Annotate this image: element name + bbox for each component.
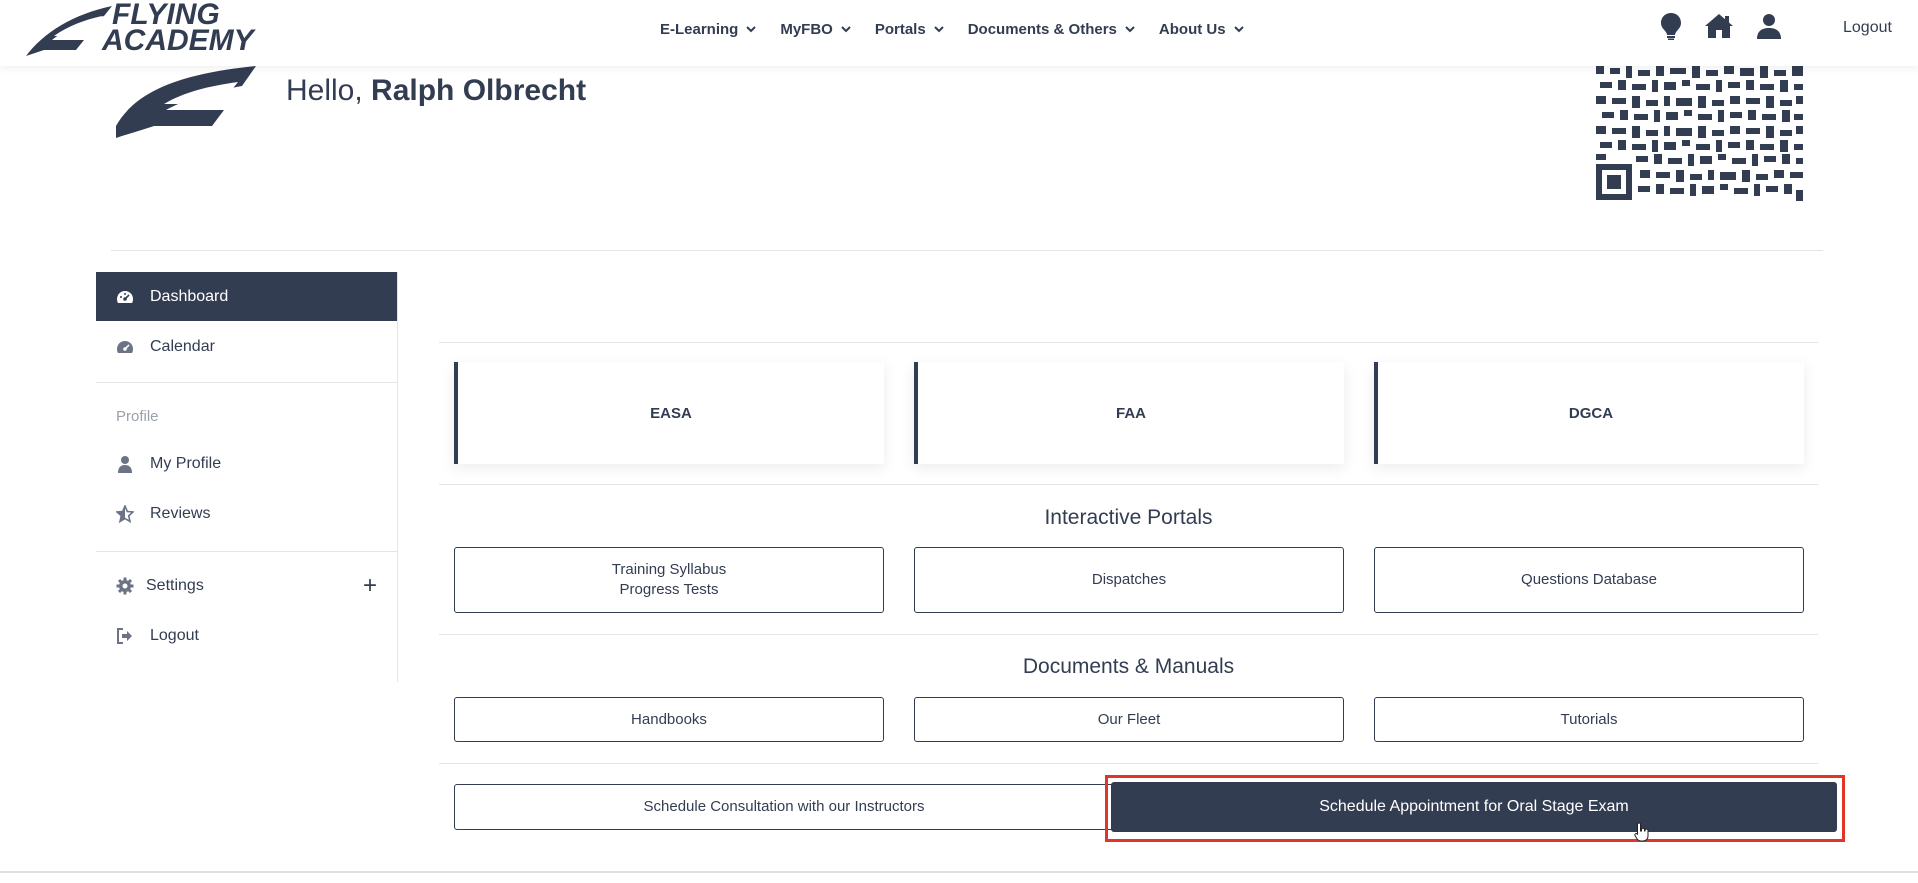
button-label: Dispatches <box>1091 571 1167 588</box>
calendar-icon <box>116 338 134 356</box>
home-icon[interactable] <box>1704 13 1734 39</box>
chevron-down-icon <box>1233 26 1244 33</box>
header-divider <box>111 250 1823 251</box>
nav-item-portals[interactable]: Portals <box>875 21 944 38</box>
brand-line2: ACADEMY <box>102 24 254 57</box>
main-divider <box>439 484 1818 485</box>
user-name: Ralph Olbrecht <box>371 74 587 107</box>
chevron-down-icon <box>746 26 757 33</box>
button-label: Questions Database <box>1521 571 1657 588</box>
schedule-consultation-button[interactable]: Schedule Consultation with our Instructo… <box>454 784 1114 830</box>
sidebar-item-label: Settings <box>146 576 204 594</box>
sign-out-icon <box>116 627 134 645</box>
brand-wordmark: FLYING ACADEMY <box>102 0 254 57</box>
expand-plus-icon[interactable]: + <box>363 573 377 598</box>
nav-item-label: Documents & Others <box>967 20 1117 38</box>
qr-code <box>1596 66 1803 201</box>
academy-emblem <box>114 64 264 164</box>
sidebar-item-dashboard[interactable]: Dashboard <box>96 272 397 321</box>
hand-pointer-icon <box>1634 822 1649 842</box>
nav-item-label: Portals <box>874 20 926 38</box>
chevron-down-icon <box>841 26 851 33</box>
nav-item-label: About Us <box>1158 20 1226 38</box>
sidebar-item-label: Calendar <box>150 337 215 355</box>
nav-item-documents-others[interactable]: Documents & Others <box>968 21 1135 38</box>
sidebar-heading-profile: Profile <box>116 408 159 425</box>
sidebar-item-label: My Profile <box>150 454 222 472</box>
sidebar-divider <box>96 551 397 552</box>
main-divider <box>439 634 1818 635</box>
button-label-line1: Training Syllabus <box>611 561 727 578</box>
sidebar-divider <box>96 382 397 383</box>
nav-item-about-us[interactable]: About Us <box>1159 21 1244 38</box>
nav-item-e-learning[interactable]: E-Learning <box>660 20 757 38</box>
logout-link[interactable]: Logout <box>1843 19 1892 37</box>
button-label: Our Fleet <box>1097 710 1161 728</box>
sidebar-item-logout[interactable]: Logout <box>96 611 397 660</box>
nav-icon-group <box>1660 12 1782 40</box>
greeting-text: Hello, <box>286 74 363 107</box>
qr-code-icon <box>1596 66 1803 201</box>
card-faa[interactable]: FAA <box>914 362 1344 464</box>
sidebar-item-calendar[interactable]: Calendar <box>96 322 397 371</box>
button-label: Tutorials <box>1560 710 1618 728</box>
user-icon[interactable] <box>1756 13 1782 39</box>
button-label: Handbooks <box>631 710 707 728</box>
sidebar-item-label: Dashboard <box>150 287 229 305</box>
chevron-down-icon <box>933 26 944 33</box>
highlight-box <box>1105 775 1845 842</box>
sidebar-item-label: Logout <box>150 626 199 644</box>
sidebar-item-label: Reviews <box>150 504 211 522</box>
gear-icon <box>116 577 134 595</box>
training-syllabus-button[interactable]: Training Syllabus Progress Tests <box>454 547 884 613</box>
sidebar-item-reviews[interactable]: Reviews <box>96 489 397 538</box>
nav-item-label: MyFBO <box>780 20 833 38</box>
main-divider <box>439 763 1818 764</box>
brand-logo[interactable]: FLYING ACADEMY <box>24 0 294 58</box>
questions-database-button[interactable]: Questions Database <box>1374 547 1804 613</box>
logo-swoosh-icon <box>116 66 256 138</box>
our-fleet-button[interactable]: Our Fleet <box>914 697 1344 742</box>
main-nav: E-Learning MyFBO Portals Documents & Oth… <box>660 0 1268 58</box>
greeting-heading: Hello, Ralph Olbrecht <box>286 74 586 108</box>
logo-swoosh-icon <box>26 6 112 56</box>
sidebar-item-settings[interactable]: Settings + <box>96 561 397 610</box>
chevron-down-icon <box>1125 26 1135 33</box>
star-icon <box>116 504 134 523</box>
sidebar: Dashboard Calendar Profile My Profile Re… <box>96 272 398 682</box>
nav-item-label: E-Learning <box>660 20 739 38</box>
user-icon <box>116 455 134 473</box>
nav-item-myfbo[interactable]: MyFBO <box>780 21 851 38</box>
card-dgca[interactable]: DGCA <box>1374 362 1804 464</box>
main-divider <box>439 342 1818 343</box>
section-title-interactive-portals: Interactive Portals <box>1044 506 1213 529</box>
top-navbar: FLYING ACADEMY E-Learning MyFBO Portals … <box>0 0 1918 66</box>
section-title-documents-manuals: Documents & Manuals <box>1022 655 1235 678</box>
dispatches-button[interactable]: Dispatches <box>914 547 1344 613</box>
lightbulb-icon[interactable] <box>1660 12 1682 40</box>
footer-divider <box>0 871 1918 873</box>
dashboard-icon <box>116 288 134 306</box>
handbooks-button[interactable]: Handbooks <box>454 697 884 742</box>
card-easa[interactable]: EASA <box>454 362 884 464</box>
button-label: Schedule Consultation with our Instructo… <box>643 798 925 815</box>
button-label-line2: Progress Tests <box>619 581 719 598</box>
tutorials-button[interactable]: Tutorials <box>1374 697 1804 742</box>
sidebar-item-my-profile[interactable]: My Profile <box>96 439 397 488</box>
